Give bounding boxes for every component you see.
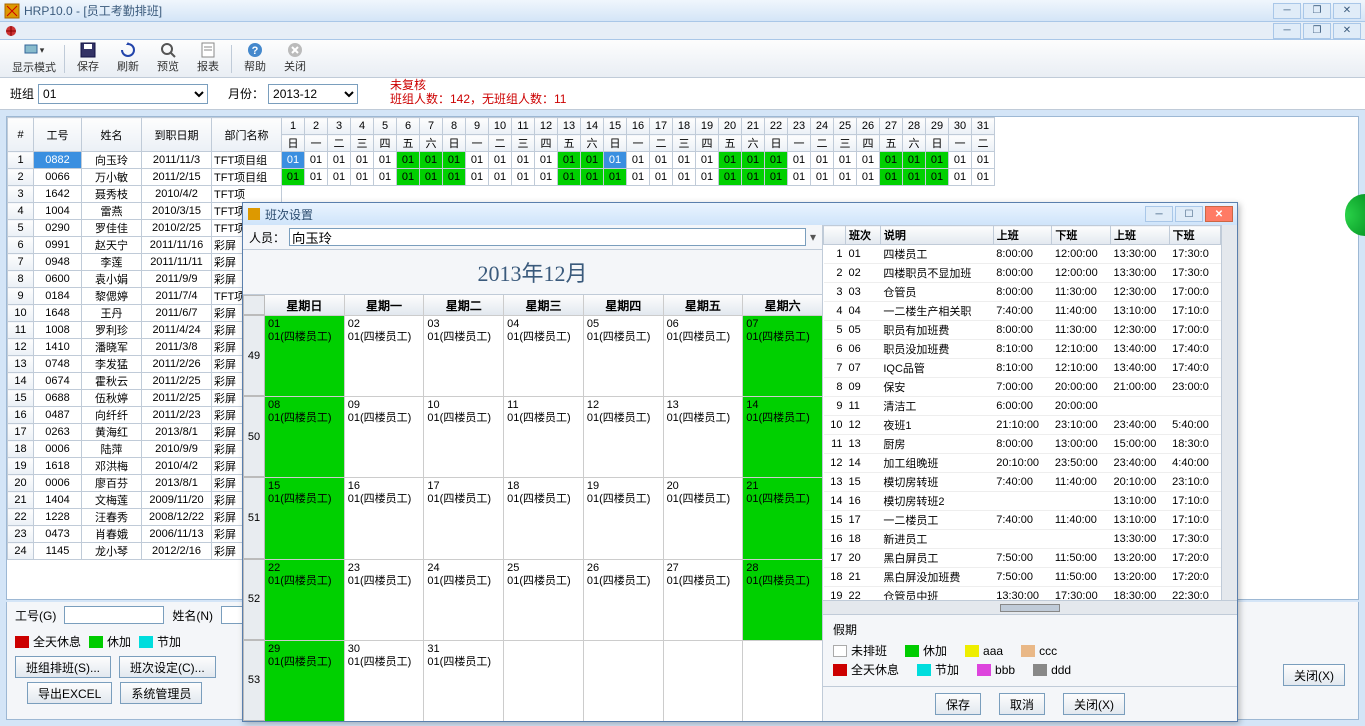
export-excel-button[interactable]: 导出EXCEL: [27, 682, 112, 704]
mdi-minimize-button[interactable]: ─: [1273, 23, 1301, 39]
dlg-close-button[interactable]: ✕: [1205, 206, 1233, 222]
sysadmin-button[interactable]: 系统管理员: [120, 682, 202, 704]
help-button[interactable]: ?帮助: [236, 42, 274, 76]
shift-dialog: 班次设置 ─ ☐ ✕ 人员： ▾ 2013年12月 4950515253 星期日…: [242, 202, 1238, 722]
month-label: 月份：: [228, 85, 264, 102]
menubar-shelf: ─ ❐ ✕: [0, 22, 1365, 40]
bug-icon: [4, 24, 18, 38]
mdi-close-button[interactable]: ✕: [1333, 23, 1361, 39]
report-button[interactable]: 报表: [189, 42, 227, 76]
person-input[interactable]: [289, 228, 806, 246]
dlg-maximize-button[interactable]: ☐: [1175, 206, 1203, 222]
app-icon: [4, 3, 20, 19]
dlg-cancel-button[interactable]: 取消: [999, 693, 1045, 715]
app-title: HRP10.0 - [员工考勤排班]: [24, 2, 1273, 19]
filter-row: 班组 01 月份： 2013-12 未复核 班组人数：142，无班组人数：11: [0, 78, 1365, 110]
dialog-legend: 假期 未排班 休加 aaa ccc 全天休息 节加 bbb ddd: [823, 614, 1237, 686]
shift-set-button[interactable]: 班次设定(C)...: [119, 656, 216, 678]
group-shift-button[interactable]: 班组排班(S)...: [15, 656, 111, 678]
person-dropdown-icon[interactable]: ▾: [810, 230, 816, 244]
display-mode-label: 显示模式: [12, 59, 56, 75]
person-label: 人员：: [249, 229, 285, 246]
main-toolbar: ▾ 显示模式 保存 刷新 预览 报表 ?帮助 关闭: [0, 40, 1365, 78]
toolbar-close-button[interactable]: 关闭: [276, 42, 314, 76]
horiz-scrollbar[interactable]: [823, 600, 1237, 614]
dlg-close2-button[interactable]: 关闭(X): [1063, 693, 1125, 715]
name-label: 姓名(N): [172, 607, 213, 624]
svg-text:?: ?: [252, 45, 259, 57]
preview-button[interactable]: 预览: [149, 42, 187, 76]
calendar-title: 2013年12月: [243, 250, 822, 295]
main-close-button[interactable]: 关闭(X): [1283, 664, 1345, 686]
minimize-button[interactable]: ─: [1273, 3, 1301, 19]
dialog-icon: [247, 207, 261, 221]
id-input[interactable]: [64, 606, 164, 624]
dialog-titlebar: 班次设置 ─ ☐ ✕: [243, 203, 1237, 225]
refresh-button[interactable]: 刷新: [109, 42, 147, 76]
mdi-restore-button[interactable]: ❐: [1303, 23, 1331, 39]
save-button[interactable]: 保存: [69, 42, 107, 76]
id-label: 工号(G): [15, 607, 56, 624]
group-select[interactable]: 01: [38, 84, 208, 104]
group-label: 班组: [10, 85, 34, 102]
display-mode-button[interactable]: ▾ 显示模式: [8, 42, 60, 76]
shift-list[interactable]: 班次说明上班下班上班下班101四楼员工8:00:0012:00:0013:30:…: [823, 225, 1221, 600]
status-text: 未复核 班组人数：142，无班组人数：11: [390, 78, 566, 106]
restore-button[interactable]: ❐: [1303, 3, 1331, 19]
dlg-save-button[interactable]: 保存: [935, 693, 981, 715]
calendar-grid[interactable]: 星期日星期一星期二星期三星期四星期五星期六0101(四楼员工)0201(四楼员工…: [265, 295, 822, 721]
shift-scrollbar[interactable]: [1221, 225, 1237, 600]
close-button[interactable]: ✕: [1333, 3, 1361, 19]
main-titlebar: HRP10.0 - [员工考勤排班] ─ ❐ ✕: [0, 0, 1365, 22]
month-select[interactable]: 2013-12: [268, 84, 358, 104]
dialog-title: 班次设置: [265, 206, 1145, 223]
dlg-minimize-button[interactable]: ─: [1145, 206, 1173, 222]
